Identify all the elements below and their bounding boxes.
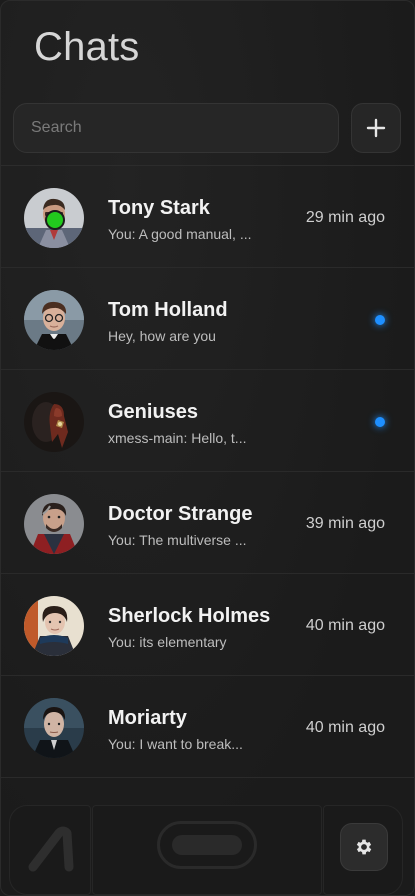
chat-row-doctor-strange[interactable]: Doctor Strange You: The multiverse ... 3… bbox=[1, 472, 414, 574]
chat-preview: You: A good manual, ... bbox=[108, 226, 252, 242]
bottom-bar bbox=[1, 805, 414, 895]
chat-time: 29 min ago bbox=[305, 209, 385, 226]
chat-preview: You: its elementary bbox=[108, 634, 227, 650]
plus-icon bbox=[366, 118, 386, 138]
unread-indicator bbox=[375, 315, 385, 325]
chat-preview: Hey, how are you bbox=[108, 328, 216, 344]
chat-name: Doctor Strange bbox=[108, 503, 253, 525]
avatar bbox=[24, 290, 84, 350]
home-pill bbox=[172, 835, 242, 855]
search-input[interactable] bbox=[29, 118, 323, 138]
chat-preview: xmess-main: Hello, t... bbox=[108, 430, 247, 446]
avatar bbox=[24, 392, 84, 452]
chat-list: Tony Stark You: A good manual, ... 29 mi… bbox=[1, 166, 414, 778]
chat-preview: You: The multiverse ... bbox=[108, 532, 247, 548]
avatar bbox=[24, 596, 84, 656]
chat-time: 40 min ago bbox=[305, 617, 385, 634]
chat-name: Tom Holland bbox=[108, 299, 228, 321]
slash-logo-icon bbox=[28, 826, 74, 872]
unread-indicator bbox=[375, 417, 385, 427]
chat-time: 39 min ago bbox=[305, 515, 385, 532]
online-status-indicator bbox=[45, 210, 65, 230]
chat-row-geniuses[interactable]: Geniuses xmess-main: Hello, t... bbox=[1, 370, 414, 472]
chat-row-sherlock-holmes[interactable]: Sherlock Holmes You: its elementary 40 m… bbox=[1, 574, 414, 676]
settings-button[interactable] bbox=[340, 823, 388, 871]
chat-name: Tony Stark bbox=[108, 197, 210, 219]
chat-name: Moriarty bbox=[108, 707, 187, 729]
chat-row-tony-stark[interactable]: Tony Stark You: A good manual, ... 29 mi… bbox=[1, 166, 414, 268]
chat-row-tom-holland[interactable]: Tom Holland Hey, how are you bbox=[1, 268, 414, 370]
gear-icon bbox=[356, 839, 372, 855]
search-box[interactable] bbox=[13, 103, 339, 153]
chat-preview: You: I want to break... bbox=[108, 736, 243, 752]
avatar bbox=[24, 494, 84, 554]
chat-time: 40 min ago bbox=[305, 719, 385, 736]
chat-row-moriarty[interactable]: Moriarty You: I want to break... 40 min … bbox=[1, 676, 414, 778]
page-title: Chats bbox=[34, 25, 140, 69]
chat-app-window: Chats Search Tony Stark You: A good manu… bbox=[0, 0, 415, 896]
chat-name: Sherlock Holmes bbox=[108, 605, 271, 627]
chat-name: Geniuses bbox=[108, 401, 199, 423]
new-chat-button[interactable] bbox=[351, 103, 401, 153]
avatar bbox=[24, 698, 84, 758]
